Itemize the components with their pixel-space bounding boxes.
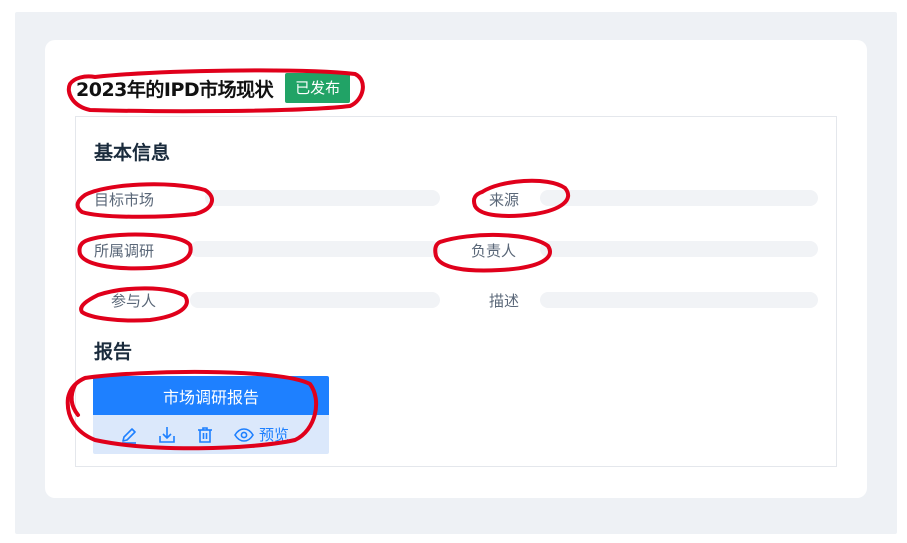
eye-icon bbox=[233, 425, 255, 445]
label-owner: 负责人 bbox=[471, 242, 517, 260]
label-participants: 参与人 bbox=[111, 292, 157, 310]
report-actions: 预览 bbox=[93, 415, 329, 454]
report-file-card: 市场调研报告 预览 bbox=[93, 376, 329, 454]
title-row: 2023年的IPD市场现状 已发布 bbox=[76, 73, 351, 103]
delete-icon[interactable] bbox=[195, 425, 215, 445]
edit-icon[interactable] bbox=[119, 425, 139, 445]
basic-info-title: 基本信息 bbox=[94, 142, 171, 164]
download-icon[interactable] bbox=[157, 425, 177, 445]
label-source: 来源 bbox=[489, 191, 520, 209]
label-related-research: 所属调研 bbox=[94, 242, 155, 260]
status-badge: 已发布 bbox=[285, 73, 351, 103]
label-target-market: 目标市场 bbox=[94, 191, 155, 209]
value-related-research bbox=[190, 241, 440, 257]
value-description bbox=[540, 292, 818, 308]
preview-button[interactable]: 预览 bbox=[233, 424, 289, 445]
value-participants bbox=[190, 292, 440, 308]
page-title: 2023年的IPD市场现状 bbox=[76, 78, 274, 101]
label-description: 描述 bbox=[489, 292, 520, 310]
report-file-button[interactable]: 市场调研报告 bbox=[93, 376, 329, 415]
value-source bbox=[540, 190, 818, 206]
report-title: 报告 bbox=[94, 341, 133, 363]
preview-label: 预览 bbox=[259, 426, 290, 444]
value-owner bbox=[540, 241, 818, 257]
value-target-market bbox=[205, 190, 440, 206]
